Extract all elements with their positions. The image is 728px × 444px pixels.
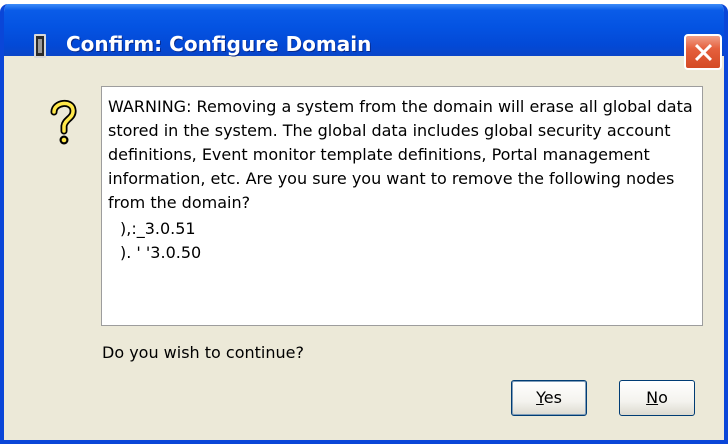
no-label: o <box>658 388 668 407</box>
no-accelerator: N <box>646 388 659 407</box>
yes-label: es <box>543 388 562 407</box>
title-bar[interactable]: Confirm: Configure Domain <box>4 4 724 70</box>
server-icon <box>34 34 46 58</box>
window-title: Confirm: Configure Domain <box>66 32 372 56</box>
list-item: ),:_3.0.51 <box>120 219 196 238</box>
yes-accelerator: Y <box>536 388 544 407</box>
question-icon <box>50 100 77 145</box>
yes-button[interactable]: Yes <box>511 380 587 416</box>
list-item: ). ' '3.0.50 <box>120 243 202 262</box>
node-list: ),:_3.0.51 ). ' '3.0.50 <box>120 217 696 265</box>
no-button[interactable]: No <box>619 380 695 416</box>
message-box: WARNING: Removing a system from the doma… <box>101 86 703 326</box>
continue-question: Do you wish to continue? <box>102 343 304 362</box>
warning-message: WARNING: Removing a system from the doma… <box>108 97 693 212</box>
close-icon[interactable] <box>684 34 722 70</box>
